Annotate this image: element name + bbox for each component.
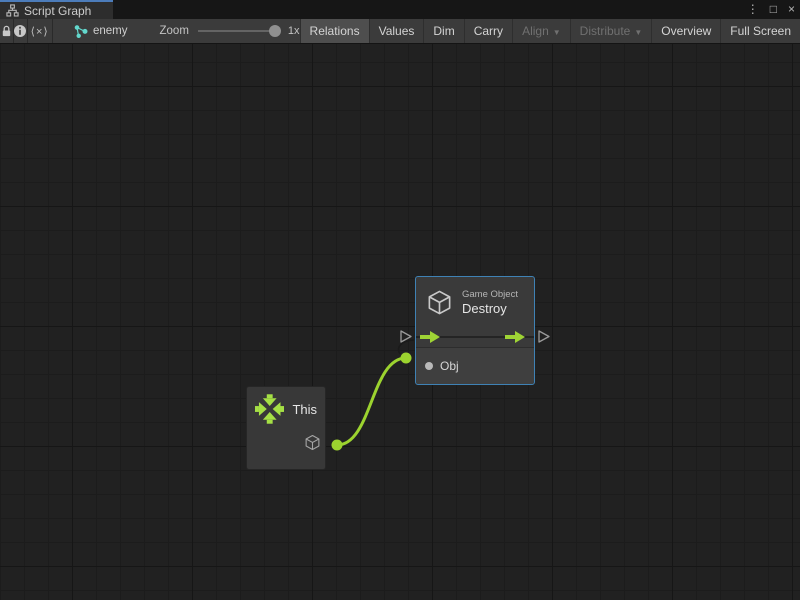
info-icon bbox=[13, 24, 27, 38]
info-button[interactable] bbox=[13, 19, 27, 43]
chevron-down-icon: ▼ bbox=[553, 28, 561, 37]
obj-input-port[interactable] bbox=[425, 362, 433, 370]
graph-canvas[interactable]: This Game Object Destroy bbox=[0, 44, 800, 600]
overview-button[interactable]: Overview bbox=[651, 19, 720, 43]
game-object-icon bbox=[426, 289, 453, 316]
control-output-stub-icon[interactable] bbox=[536, 329, 551, 344]
tab-script-graph[interactable]: Script Graph bbox=[0, 0, 113, 19]
node-title: Destroy bbox=[462, 301, 518, 316]
lock-button[interactable] bbox=[0, 19, 13, 43]
breadcrumb-graph-name: enemy bbox=[93, 25, 128, 37]
distribute-dropdown[interactable]: Distribute ▼ bbox=[570, 19, 652, 43]
zoom-control: Zoom 1x bbox=[160, 19, 300, 43]
connection-endpoint-source[interactable] bbox=[332, 440, 343, 451]
connection-endpoint-target[interactable] bbox=[401, 353, 412, 364]
this-self-icon bbox=[255, 394, 284, 424]
window-menu-icon[interactable]: ⋮ bbox=[747, 0, 759, 19]
node-this-header: This bbox=[247, 387, 325, 431]
control-ports-row bbox=[416, 327, 534, 347]
node-titles: Game Object Destroy bbox=[462, 289, 518, 316]
toolbar-buttons: Relations Values Dim Carry Align ▼ Distr… bbox=[300, 19, 800, 43]
zoom-slider[interactable] bbox=[198, 30, 278, 32]
values-button[interactable]: Values bbox=[369, 19, 424, 43]
connection-wire[interactable] bbox=[337, 358, 406, 445]
zoom-slider-handle[interactable] bbox=[269, 25, 281, 37]
game-object-output-port[interactable] bbox=[304, 434, 321, 451]
full-screen-button[interactable]: Full Screen bbox=[720, 19, 800, 43]
dim-button[interactable]: Dim bbox=[423, 19, 463, 43]
obj-input-label: Obj bbox=[440, 359, 459, 373]
zoom-label: Zoom bbox=[160, 25, 189, 37]
close-icon[interactable]: × bbox=[788, 0, 795, 19]
align-dropdown[interactable]: Align ▼ bbox=[512, 19, 570, 43]
code-preview-toggle[interactable]: ⟨×⟩ bbox=[28, 19, 52, 43]
node-destroy[interactable]: Game Object Destroy Obj bbox=[415, 276, 535, 385]
node-title: This bbox=[292, 402, 317, 417]
window-titlebar: Script Graph ⋮ □ × bbox=[0, 0, 800, 19]
node-surtitle: Game Object bbox=[462, 289, 518, 300]
zoom-value: 1x bbox=[288, 25, 300, 37]
control-input-stub-icon[interactable] bbox=[398, 329, 413, 344]
node-this[interactable]: This bbox=[246, 386, 326, 470]
carry-button[interactable]: Carry bbox=[464, 19, 512, 43]
obj-input-row: Obj bbox=[416, 348, 534, 384]
maximize-icon[interactable]: □ bbox=[770, 0, 777, 19]
tab-title: Script Graph bbox=[24, 4, 91, 18]
breadcrumb[interactable]: enemy bbox=[74, 19, 128, 43]
script-graph-asset-icon bbox=[74, 25, 88, 38]
lock-icon bbox=[0, 24, 13, 38]
control-input-port[interactable] bbox=[420, 331, 440, 343]
graph-hierarchy-icon bbox=[6, 4, 19, 17]
connection-layer bbox=[0, 44, 800, 600]
control-output-port[interactable] bbox=[505, 331, 525, 343]
relations-button[interactable]: Relations bbox=[300, 19, 369, 43]
window-controls: ⋮ □ × bbox=[747, 0, 795, 19]
node-destroy-header: Game Object Destroy bbox=[416, 277, 534, 327]
chevron-down-icon: ▼ bbox=[634, 28, 642, 37]
graph-toolbar: ⟨×⟩ enemy Zoom 1x Relations Values Dim C… bbox=[0, 19, 800, 44]
